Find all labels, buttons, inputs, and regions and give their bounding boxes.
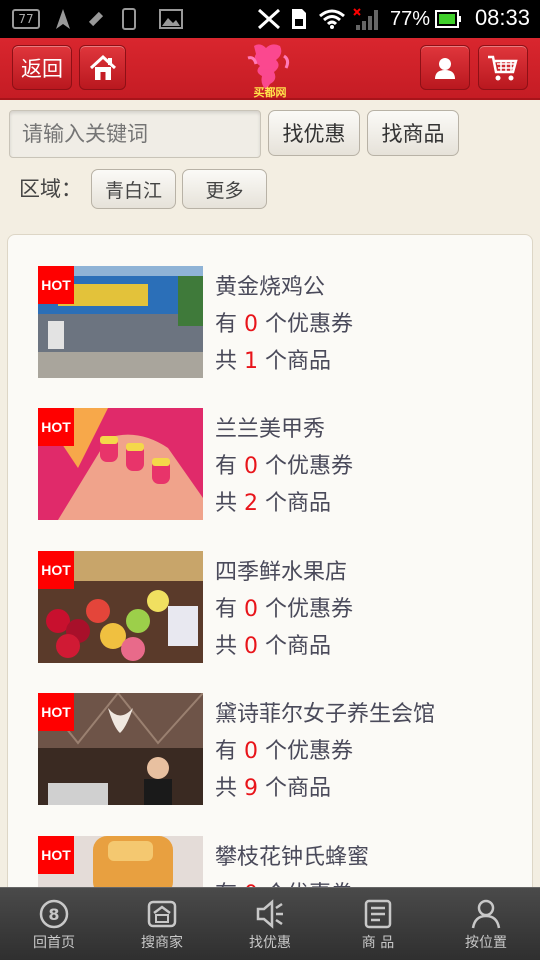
goods-count-line: 共 9 个商品 <box>215 776 332 801</box>
coupon-count-line: 有 0 个优惠券 <box>215 739 354 764</box>
hot-badge: HOT <box>38 693 74 731</box>
coupon-count-line: 有 0 个优惠券 <box>215 454 354 479</box>
coupon-count-line: 有 0 个优惠券 <box>215 597 354 622</box>
shop-name[interactable]: 四季鲜水果店 <box>215 554 347 586</box>
battery-percent: 77% <box>389 7 430 30</box>
list-item[interactable]: HOT 黛诗菲尔女子养生会馆 有 0 个优惠券 共 9 个商品 <box>38 693 518 807</box>
notification-count-icon: 77 <box>12 9 40 29</box>
svg-text:8: 8 <box>48 905 59 924</box>
cart-icon <box>488 55 518 80</box>
goods-count-line: 共 0 个商品 <box>215 634 332 659</box>
svg-text:买都网: 买都网 <box>254 85 287 98</box>
shop-search-icon <box>147 900 177 928</box>
area-more-button[interactable]: 更多 <box>182 169 267 209</box>
signal-icon <box>352 7 380 31</box>
nav-location-label: 按位置 <box>465 935 507 951</box>
coupon-count: 0 <box>244 454 259 479</box>
user-icon <box>435 57 455 79</box>
bottom-nav: 8 回首页 搜商家 找优惠 商 品 按位置 <box>0 887 540 960</box>
shop-name[interactable]: 攀枝花钟氏蜂蜜 <box>215 839 369 871</box>
area-label: 区域： <box>19 177 82 201</box>
clock: 08:33 <box>474 5 530 30</box>
goods-count: 2 <box>244 491 259 516</box>
status-bar: 77 77% 08:33 <box>0 0 540 38</box>
list-item[interactable]: HOT 四季鲜水果店 有 0 个优惠券 共 0 个商品 <box>38 551 518 665</box>
hot-badge: HOT <box>38 551 74 589</box>
home-button[interactable] <box>79 45 126 90</box>
find-coupon-button[interactable]: 找优惠 <box>268 110 360 156</box>
goods-count: 0 <box>244 634 259 659</box>
shop-name[interactable]: 黛诗菲尔女子养生会馆 <box>215 696 435 728</box>
list-item[interactable]: HOT 兰兰美甲秀 有 0 个优惠券 共 2 个商品 <box>38 408 518 522</box>
coupon-count: 0 <box>244 597 259 622</box>
nav-coupons[interactable]: 找优惠 <box>216 888 324 960</box>
goods-count-line: 共 1 个商品 <box>215 349 332 374</box>
image-icon <box>158 7 184 31</box>
battery-icon <box>434 7 462 31</box>
cart-button[interactable] <box>478 45 528 90</box>
shop-name[interactable]: 兰兰美甲秀 <box>215 411 325 443</box>
list-item[interactable]: HOT 黄金烧鸡公 有 0 个优惠券 共 1 个商品 <box>38 266 518 380</box>
shop-name[interactable]: 黄金烧鸡公 <box>215 269 325 301</box>
hot-badge: HOT <box>38 266 74 304</box>
nav-home-label: 回首页 <box>33 935 75 951</box>
back-button[interactable]: 返回 <box>12 45 72 90</box>
goods-count: 1 <box>244 349 259 374</box>
nav-shops[interactable]: 搜商家 <box>108 888 216 960</box>
goods-count-line: 共 2 个商品 <box>215 491 332 516</box>
nav-goods-label: 商 品 <box>361 935 395 951</box>
navigation-icon <box>52 7 74 31</box>
hot-badge: HOT <box>38 408 74 446</box>
speaker-icon <box>256 899 283 929</box>
document-icon <box>364 899 392 929</box>
nav-shops-label: 搜商家 <box>141 935 183 951</box>
person-location-icon <box>471 899 501 929</box>
home-icon <box>89 54 116 80</box>
goods-count: 9 <box>244 776 259 801</box>
nav-goods[interactable]: 商 品 <box>324 888 432 960</box>
search-input[interactable] <box>9 110 261 158</box>
user-button[interactable] <box>420 45 470 90</box>
nav-location[interactable]: 按位置 <box>432 888 540 960</box>
home-circle-icon: 8 <box>39 899 69 929</box>
nav-coupons-label: 找优惠 <box>249 935 291 951</box>
coupon-count: 0 <box>244 739 259 764</box>
shop-list: HOT 黄金烧鸡公 有 0 个优惠券 共 1 个商品 HOT 兰兰美甲秀 有 0… <box>7 234 533 934</box>
app-header: 返回 买都网 <box>0 38 540 100</box>
nav-home[interactable]: 8 回首页 <box>0 888 108 960</box>
coupon-count: 0 <box>244 312 259 337</box>
phone-icon <box>120 7 138 31</box>
app-logo: 买都网 <box>240 40 300 99</box>
vibrate-icon <box>255 7 283 31</box>
coupon-count-line: 有 0 个优惠券 <box>215 312 354 337</box>
sim-icon <box>288 7 310 31</box>
wifi-icon <box>317 7 347 31</box>
area-selected-button[interactable]: 青白江 <box>91 169 176 209</box>
hot-badge: HOT <box>38 836 74 874</box>
find-goods-button[interactable]: 找商品 <box>367 110 459 156</box>
tool-icon <box>84 7 108 31</box>
